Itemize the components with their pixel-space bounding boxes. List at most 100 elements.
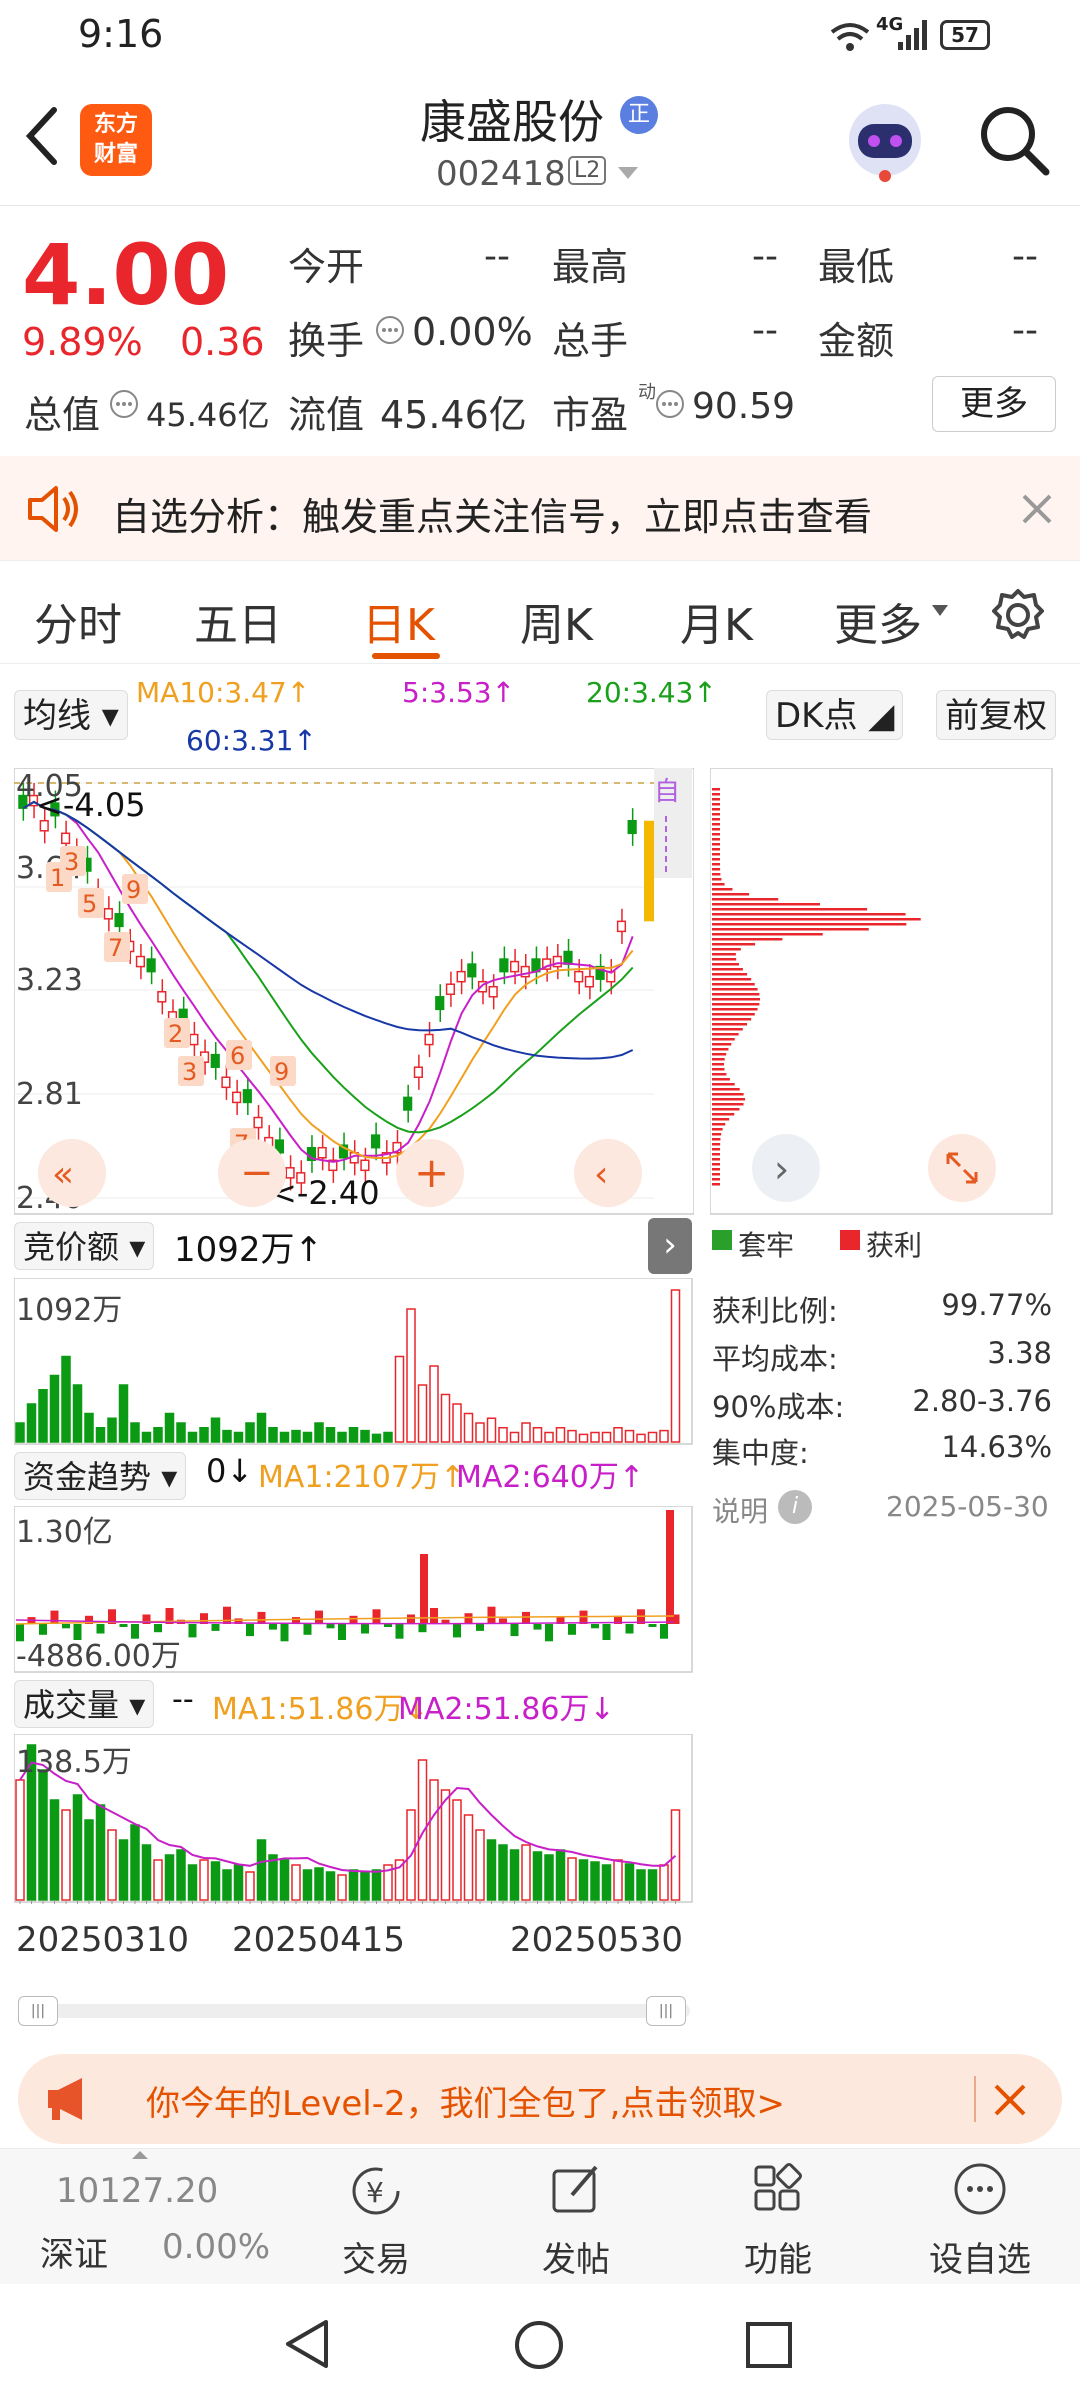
chip-bar [712, 1128, 723, 1131]
gear-icon[interactable] [990, 587, 1046, 643]
grid-apps-icon [754, 2163, 802, 2211]
back-icon[interactable] [22, 104, 62, 168]
app-logo[interactable]: 东方 财富 [80, 104, 152, 176]
volume-chart[interactable]: 138.5万 [14, 1734, 694, 1904]
fund-bar [568, 1624, 576, 1635]
ma-select[interactable]: 均线 ▾ [14, 690, 128, 740]
chip-bar [712, 928, 869, 931]
chip-distribution-chart[interactable]: › [710, 768, 1054, 1216]
candle-body [221, 1076, 231, 1089]
chip-date: 2025-05-30 [886, 1490, 1049, 1523]
chip-bar [712, 1113, 735, 1116]
home-circle-icon[interactable] [512, 2318, 566, 2372]
volume-bar [84, 1819, 94, 1901]
explain-label[interactable]: 说明 [712, 1490, 768, 1530]
chip-bar [712, 878, 722, 881]
quote-panel: 4.00 9.89% 0.36 今开 -- 最高 -- 最低 -- 换手 0.0… [0, 206, 1080, 452]
volume-label: 总手 [552, 319, 629, 363]
candle-body [403, 1096, 413, 1111]
chip-bar [712, 863, 721, 866]
nav-post[interactable]: 发帖 [506, 2159, 646, 2281]
volume-bar [636, 1869, 646, 1901]
more-button[interactable]: 更多 [932, 376, 1056, 432]
tab-monthly-k[interactable]: 月K [680, 589, 753, 653]
candle-body [360, 1159, 370, 1172]
robot-avatar-icon[interactable] [840, 98, 930, 182]
chip-bar [712, 1008, 758, 1011]
close-icon[interactable] [992, 2082, 1028, 2118]
chevron-right-icon[interactable]: › [648, 1218, 692, 1274]
range-slider-left-handle[interactable]: ||| [18, 1996, 58, 2026]
battery-level: 57 [951, 23, 979, 47]
chip-bar [712, 818, 720, 821]
fund-bar [131, 1624, 139, 1639]
nav-function[interactable]: 功能 [708, 2159, 848, 2281]
fund-trend-select[interactable]: 资金趋势 ▾ [14, 1452, 187, 1500]
megaphone-icon [48, 2078, 82, 2120]
y-tick-4: 2.81 [16, 1077, 83, 1112]
chip-bar [712, 918, 921, 921]
cost90-row: 90%成本: 2.80-3.76 [712, 1384, 1052, 1426]
chip-bar [712, 1043, 732, 1046]
candle-body [232, 1091, 242, 1104]
auction-bar [95, 1427, 106, 1443]
nav-trade[interactable]: ¥ 交易 [306, 2159, 446, 2281]
back-triangle-icon[interactable] [282, 2318, 334, 2370]
candle-body [435, 996, 445, 1011]
info-icon[interactable] [654, 388, 686, 420]
amount-value: -- [1012, 310, 1038, 351]
auction-select[interactable]: 竞价额 ▾ [14, 1222, 155, 1270]
volume-ma1: MA1:51.86万↓ [212, 1692, 429, 1727]
chip-bar [712, 1033, 739, 1036]
chevron-down-icon[interactable] [930, 603, 950, 619]
candle-body [146, 958, 156, 973]
volume-bar [176, 1849, 186, 1901]
fund-bar [257, 1611, 266, 1624]
kline-chart[interactable]: 自 4.05 3.64 3.23 2.81 2.40 <-4.05 <-2.40… [14, 768, 694, 1216]
concentration-row: 集中度: 14.63% [712, 1430, 1052, 1472]
range-slider-right-handle[interactable]: ||| [646, 1996, 686, 2026]
dk-point-button[interactable]: DK点 ◢ [766, 690, 904, 740]
level2-tag[interactable]: L2 [568, 156, 607, 185]
stat-value: 14.63% [941, 1430, 1052, 1464]
signal-notice[interactable]: 自选分析：触发重点关注信号，立即点击查看 [0, 456, 1080, 560]
tab-five-day[interactable]: 五日 [194, 589, 282, 653]
close-icon[interactable] [1020, 492, 1054, 526]
info-icon[interactable]: i [778, 1490, 812, 1524]
recents-square-icon[interactable] [744, 2320, 794, 2370]
auction-bar [636, 1433, 646, 1443]
open-value: -- [484, 236, 510, 277]
chip-bar [712, 1163, 721, 1166]
info-icon[interactable] [374, 314, 406, 346]
tab-weekly-k[interactable]: 周K [520, 589, 593, 653]
range-slider-track[interactable] [18, 2004, 690, 2018]
auction-bar [348, 1427, 359, 1443]
auction-bar [15, 1422, 25, 1443]
fund-bar [326, 1624, 335, 1629]
forward-adjust-button[interactable]: 前复权 [936, 690, 1056, 740]
chip-bar [712, 1098, 746, 1101]
open-label: 今开 [288, 245, 365, 289]
app-header: 东方 财富 康盛股份 正 002418 L2 [0, 72, 1080, 206]
chip-bar [712, 868, 721, 871]
auction-chart[interactable]: 1092万 [14, 1278, 694, 1446]
fund-trend-chart[interactable]: 1.30亿 -4886.00万 [14, 1506, 694, 1674]
volume-bar [38, 1769, 48, 1901]
tab-intraday[interactable]: 分时 [34, 589, 122, 653]
chip-bar [712, 908, 868, 911]
volume-bar [567, 1857, 577, 1901]
nav-add-watchlist[interactable]: 设自选 [910, 2159, 1050, 2281]
volume-select[interactable]: 成交量 ▾ [14, 1680, 155, 1728]
candle-body [552, 955, 562, 968]
banner-divider [974, 2076, 976, 2122]
auction-bar [118, 1384, 129, 1443]
tab-daily-k[interactable]: 日K [362, 589, 435, 653]
chevron-down-icon[interactable] [616, 164, 640, 182]
auction-bar [107, 1417, 117, 1443]
level2-promo-banner[interactable]: 你今年的Level-2，我们全包了,点击领取> [18, 2054, 1062, 2144]
tab-more[interactable]: 更多 [834, 589, 922, 653]
search-icon[interactable] [976, 102, 1052, 178]
index-ticker[interactable]: 10127.20 深证 0.00% [0, 2149, 270, 2285]
info-icon[interactable] [108, 388, 140, 420]
mktcap-label: 总值 [24, 393, 101, 437]
